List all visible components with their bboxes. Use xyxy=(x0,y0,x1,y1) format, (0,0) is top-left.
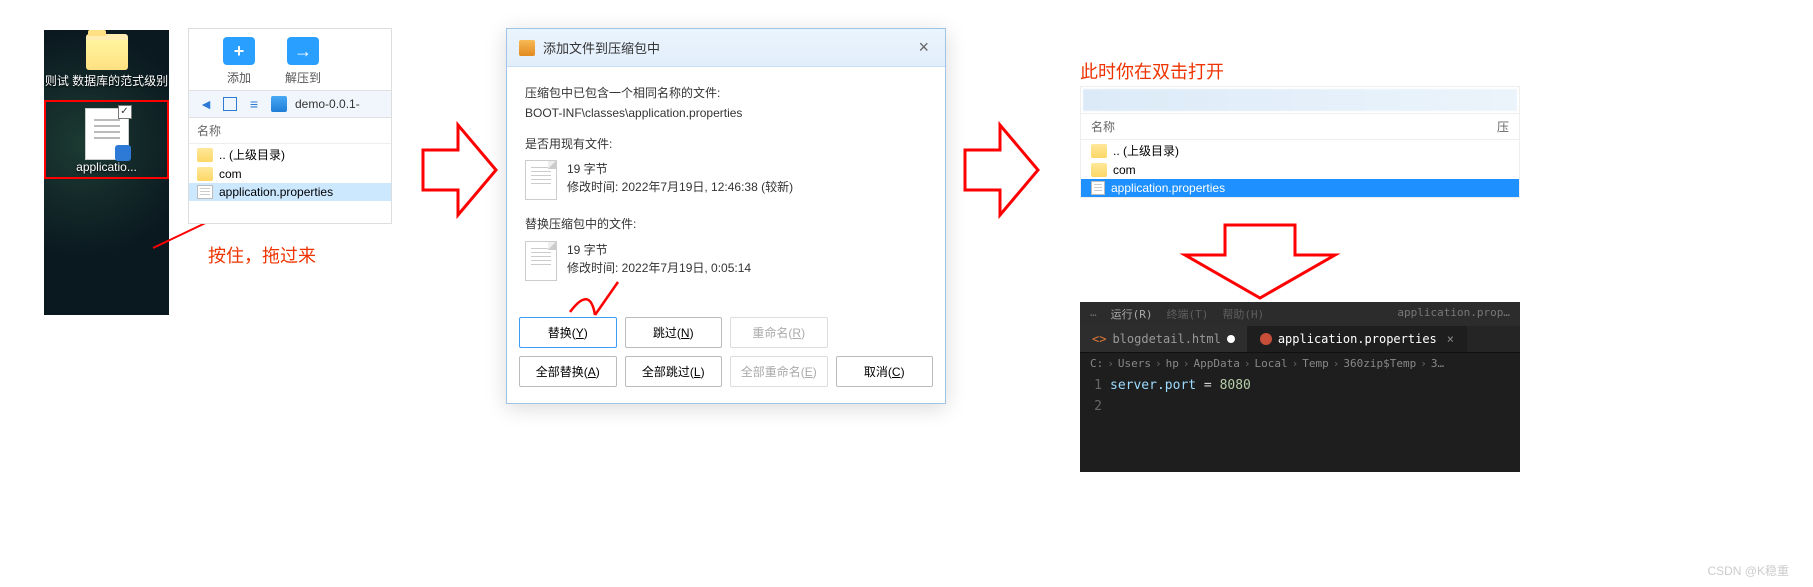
folder-icon xyxy=(197,167,213,181)
file-list: .. (上级目录) com application.properties xyxy=(189,144,391,201)
file-label: applicatio... xyxy=(76,160,137,176)
list-item-com[interactable]: com xyxy=(1081,161,1519,179)
extract-button[interactable]: → 解压到 xyxy=(285,37,321,86)
tab-blogdetail[interactable]: <> blogdetail.html xyxy=(1080,326,1248,352)
file1-mtime: 修改时间: 2022年7月19日, 12:46:38 (较新) xyxy=(567,178,793,196)
breadcrumb[interactable]: C:›Users›hp›AppData›Local›Temp›360zip$Te… xyxy=(1080,353,1520,374)
folder-icon xyxy=(1091,144,1107,158)
file-info-new: 19 字节 修改时间: 2022年7月19日, 12:46:38 (较新) xyxy=(525,160,927,200)
back-icon[interactable]: ◄ xyxy=(197,95,215,113)
file-icon xyxy=(1091,181,1105,195)
drag-hint-text: 按住，拖过来 xyxy=(208,242,316,268)
replace-dialog: 添加文件到压缩包中 × 压缩包中已包含一个相同名称的文件: BOOT-INF\c… xyxy=(506,28,946,404)
replace-all-button[interactable]: 全部替换(A) xyxy=(519,356,617,387)
code-content[interactable]: server.port = 8080 xyxy=(1110,374,1251,420)
column-header-name[interactable]: 名称 xyxy=(1091,118,1115,135)
vscode-editor: … 运行(R) 终端(T) 帮助(H) application.prop… <>… xyxy=(1080,302,1520,472)
archive-icon xyxy=(271,96,287,112)
file-icon xyxy=(197,185,213,199)
archive-navbar: ◄ ≡ demo-0.0.1- xyxy=(189,90,391,118)
rename-button[interactable]: 重命名(R) xyxy=(730,317,828,348)
dialog-titlebar: 添加文件到压缩包中 × xyxy=(507,29,945,67)
annotation-mark xyxy=(560,280,630,320)
editor-area[interactable]: 1 2 server.port = 8080 xyxy=(1080,374,1520,420)
add-button[interactable]: + 添加 xyxy=(223,37,255,86)
column-header-name[interactable]: 名称 xyxy=(189,118,391,144)
archive-window-after: 名称 压 .. (上级目录) com application.propertie… xyxy=(1080,86,1520,198)
blurred-toolbar xyxy=(1083,89,1517,111)
folder-icon xyxy=(1091,163,1107,177)
html-icon: <> xyxy=(1092,332,1106,346)
file2-mtime: 修改时间: 2022年7月19日, 0:05:14 xyxy=(567,259,751,277)
desktop-panel: 则试 数据库的范式级别 ✓ applicatio... xyxy=(44,30,169,315)
properties-icon xyxy=(1260,333,1272,345)
msg-line1: 压缩包中已包含一个相同名称的文件: xyxy=(525,83,927,103)
folder-icon xyxy=(86,34,128,70)
flow-arrow-down xyxy=(1175,220,1345,300)
plus-icon: + xyxy=(223,37,255,65)
desktop-folder[interactable]: 则试 数据库的范式级别 xyxy=(44,30,169,94)
file-icon xyxy=(525,160,557,200)
open-hint-text: 此时你在双击打开 xyxy=(1080,58,1224,84)
watermark: CSDN @K稳重 xyxy=(1707,562,1789,579)
vscode-badge-icon xyxy=(115,145,131,161)
list-item-up[interactable]: .. (上级目录) xyxy=(189,144,391,165)
line-gutter: 1 2 xyxy=(1080,374,1110,420)
dialog-body: 压缩包中已包含一个相同名称的文件: BOOT-INF\classes\appli… xyxy=(507,67,945,307)
question-2: 替换压缩包中的文件: xyxy=(525,214,927,234)
menu-terminal[interactable]: 终端(T) xyxy=(1167,306,1209,322)
window-title: application.prop… xyxy=(1397,306,1510,322)
column-header-comp[interactable]: 压 xyxy=(1497,118,1509,135)
rename-all-button[interactable]: 全部重命名(E) xyxy=(730,356,828,387)
list-item-app[interactable]: application.properties xyxy=(1081,179,1519,197)
file2-size: 19 字节 xyxy=(567,241,751,259)
file-info-old: 19 字节 修改时间: 2022年7月19日, 0:05:14 xyxy=(525,241,927,281)
view-icon[interactable] xyxy=(223,97,237,111)
skip-button[interactable]: 跳过(N) xyxy=(625,317,723,348)
archive-icon xyxy=(519,40,535,56)
tab-bar: <> blogdetail.html application.propertie… xyxy=(1080,326,1520,353)
list-item-up[interactable]: .. (上级目录) xyxy=(1081,140,1519,161)
list-item-com[interactable]: com xyxy=(189,165,391,183)
file-icon xyxy=(525,241,557,281)
highlighted-file[interactable]: ✓ applicatio... xyxy=(44,100,169,180)
skip-all-button[interactable]: 全部跳过(L) xyxy=(625,356,723,387)
vscode-menubar: … 运行(R) 终端(T) 帮助(H) application.prop… xyxy=(1080,302,1520,326)
archive-toolbar: + 添加 → 解压到 xyxy=(189,29,391,90)
close-icon[interactable]: × xyxy=(1447,332,1454,346)
menu-run[interactable]: 运行(R) xyxy=(1111,306,1153,322)
msg-line2: BOOT-INF\classes\application.properties xyxy=(525,103,927,123)
tab-application-properties[interactable]: application.properties × xyxy=(1248,326,1467,352)
extract-icon: → xyxy=(287,37,319,65)
dialog-title: 添加文件到压缩包中 xyxy=(543,38,660,57)
flow-arrow-2 xyxy=(960,115,1040,225)
flow-arrow-1 xyxy=(418,115,498,225)
folder-label: 则试 数据库的范式级别 xyxy=(45,74,168,90)
menu-help[interactable]: 帮助(H) xyxy=(1222,306,1264,322)
close-icon[interactable]: × xyxy=(914,37,933,58)
checkmark-icon: ✓ xyxy=(118,105,132,119)
list-icon[interactable]: ≡ xyxy=(245,95,263,113)
folder-icon xyxy=(197,148,213,162)
column-headers: 名称 压 xyxy=(1081,113,1519,140)
textfile-icon: ✓ xyxy=(85,108,129,160)
list-item-app[interactable]: application.properties xyxy=(189,183,391,201)
archive-window: + 添加 → 解压到 ◄ ≡ demo-0.0.1- 名称 .. (上级目录) … xyxy=(188,28,392,224)
cancel-button[interactable]: 取消(C) xyxy=(836,356,934,387)
file1-size: 19 字节 xyxy=(567,160,793,178)
question-1: 是否用现有文件: xyxy=(525,134,927,154)
archive-path: demo-0.0.1- xyxy=(295,97,360,111)
modified-dot-icon xyxy=(1227,335,1235,343)
